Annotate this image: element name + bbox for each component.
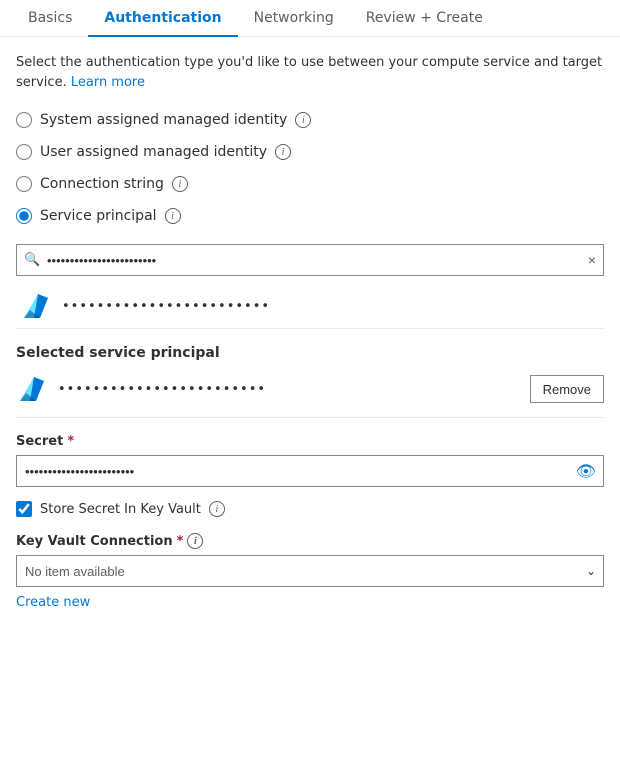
radio-connection-string[interactable]: Connection string i	[16, 176, 604, 192]
search-clear-button[interactable]: ×	[588, 253, 596, 267]
secret-input[interactable]	[16, 455, 604, 487]
radio-user-managed-input[interactable]	[16, 144, 32, 160]
azure-sp-selected-icon	[16, 373, 48, 405]
reveal-secret-icon[interactable]: 👁	[576, 462, 596, 481]
selected-item: •••••••••••••••••••••••• Remove	[16, 373, 604, 418]
radio-system-managed[interactable]: System assigned managed identity i	[16, 112, 604, 128]
key-vault-label: Key Vault Connection * i	[16, 533, 604, 549]
auth-radio-group: System assigned managed identity i User …	[16, 112, 604, 224]
store-secret-label: Store Secret In Key Vault	[40, 502, 201, 517]
create-new-link[interactable]: Create new	[16, 595, 90, 610]
info-icon-key-vault[interactable]: i	[187, 533, 203, 549]
info-icon-system-managed[interactable]: i	[295, 112, 311, 128]
search-icon: 🔍	[24, 253, 40, 268]
learn-more-link[interactable]: Learn more	[71, 75, 145, 90]
key-vault-field-group: Key Vault Connection * i No item availab…	[16, 533, 604, 587]
info-icon-store-secret[interactable]: i	[209, 501, 225, 517]
radio-service-principal-input[interactable]	[16, 208, 32, 224]
secret-required-star: *	[67, 434, 74, 449]
tab-review-create[interactable]: Review + Create	[350, 0, 499, 36]
key-vault-select-container: No item available ⌄	[16, 555, 604, 587]
radio-user-managed[interactable]: User assigned managed identity i	[16, 144, 604, 160]
description-text: Select the authentication type you'd lik…	[16, 53, 604, 92]
key-vault-required-star: *	[177, 534, 184, 549]
radio-system-managed-input[interactable]	[16, 112, 32, 128]
tab-basics[interactable]: Basics	[12, 0, 88, 36]
secret-input-container: 👁	[16, 455, 604, 487]
remove-button[interactable]: Remove	[530, 375, 604, 403]
store-secret-checkbox-item[interactable]: Store Secret In Key Vault i	[16, 501, 604, 517]
info-icon-service-principal[interactable]: i	[165, 208, 181, 224]
tab-authentication[interactable]: Authentication	[88, 0, 237, 36]
radio-service-principal[interactable]: Service principal i	[16, 208, 604, 224]
sp-dropdown-item-name: ••••••••••••••••••••••••	[62, 299, 270, 314]
main-content: Select the authentication type you'd lik…	[0, 37, 620, 630]
tab-networking[interactable]: Networking	[238, 0, 350, 36]
selected-section-title: Selected service principal	[16, 345, 604, 361]
store-secret-checkbox[interactable]	[16, 501, 32, 517]
radio-connection-string-input[interactable]	[16, 176, 32, 192]
key-vault-select[interactable]: No item available	[16, 555, 604, 587]
sp-dropdown-item[interactable]: ••••••••••••••••••••••••	[16, 284, 604, 329]
info-icon-user-managed[interactable]: i	[275, 144, 291, 160]
search-input[interactable]	[16, 244, 604, 276]
info-icon-connection-string[interactable]: i	[172, 176, 188, 192]
selected-section: Selected service principal •••••••••••••…	[16, 345, 604, 418]
tab-bar: Basics Authentication Networking Review …	[0, 0, 620, 37]
azure-sp-icon	[20, 290, 52, 322]
secret-label: Secret *	[16, 434, 604, 449]
search-container: 🔍 ×	[16, 244, 604, 276]
selected-item-info: ••••••••••••••••••••••••	[16, 373, 520, 405]
secret-field-group: Secret * 👁	[16, 434, 604, 487]
selected-item-name: ••••••••••••••••••••••••	[58, 382, 266, 397]
